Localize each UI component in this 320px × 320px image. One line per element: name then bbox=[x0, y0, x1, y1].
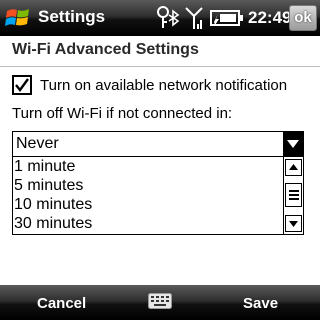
thumb-grip bbox=[289, 198, 299, 200]
timeout-options-list[interactable]: 1 minute 5 minutes 10 minutes 30 minutes bbox=[12, 156, 304, 235]
app-title: Settings bbox=[38, 7, 106, 26]
scroll-down-button[interactable] bbox=[285, 215, 302, 232]
cancel-button[interactable]: Cancel bbox=[37, 295, 86, 312]
thumb-grip bbox=[289, 190, 299, 192]
divider bbox=[0, 66, 320, 67]
option-30-minutes[interactable]: 30 minutes bbox=[14, 214, 92, 233]
clock[interactable]: 22:49 bbox=[248, 8, 291, 28]
timeout-label: Turn off Wi-Fi if not connected in: bbox=[12, 105, 233, 122]
notification-checkbox[interactable] bbox=[12, 75, 32, 95]
bluetooth-wifi-icon[interactable] bbox=[156, 6, 180, 30]
scroll-up-button[interactable] bbox=[285, 159, 302, 176]
timeout-selected-value: Never bbox=[16, 135, 59, 152]
option-10-minutes[interactable]: 10 minutes bbox=[14, 195, 92, 214]
notification-checkbox-label[interactable]: Turn on available network notification bbox=[40, 77, 287, 94]
checkmark-icon bbox=[15, 78, 29, 92]
timeout-dropdown[interactable]: Never bbox=[12, 131, 304, 157]
arrow-up-icon bbox=[289, 164, 298, 170]
title-bar: Settings 22:49 ok bbox=[0, 0, 320, 36]
scroll-thumb[interactable] bbox=[285, 183, 302, 207]
thumb-grip bbox=[289, 194, 299, 196]
save-button[interactable]: Save bbox=[243, 295, 278, 312]
keyboard-icon[interactable] bbox=[148, 293, 172, 309]
windows-start-icon[interactable] bbox=[5, 6, 31, 30]
signal-strength-icon[interactable] bbox=[185, 6, 203, 30]
ok-button[interactable]: ok bbox=[289, 5, 317, 31]
page-title: Wi-Fi Advanced Settings bbox=[12, 41, 199, 58]
list-scrollbar[interactable] bbox=[283, 157, 303, 234]
arrow-down-icon bbox=[289, 221, 298, 227]
softkey-bar: Cancel Save bbox=[0, 285, 320, 320]
chevron-down-icon bbox=[287, 140, 299, 148]
battery-icon[interactable] bbox=[210, 9, 244, 27]
dropdown-toggle[interactable] bbox=[283, 132, 303, 156]
option-1-minute[interactable]: 1 minute bbox=[14, 157, 75, 176]
option-5-minutes[interactable]: 5 minutes bbox=[14, 176, 83, 195]
